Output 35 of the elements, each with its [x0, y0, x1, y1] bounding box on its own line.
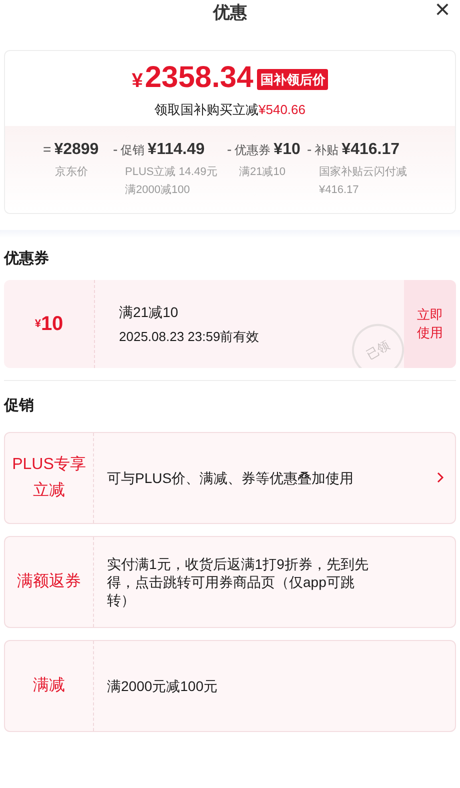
- operator-sign: =: [43, 140, 52, 158]
- breakdown-label: 促销: [120, 142, 145, 158]
- saving-text: 领取国补购买立减¥540.66: [154, 101, 306, 119]
- final-price: ¥2358.34: [132, 63, 254, 96]
- breakdown-note: 国家补贴云闪付减: [319, 164, 408, 180]
- breakdown-note: ¥416.17: [319, 183, 360, 198]
- section-title: 促销: [2, 396, 35, 416]
- promotion-name: 满减: [5, 640, 94, 730]
- breakdown-amount: ¥10: [274, 140, 300, 160]
- coupon-validity: 2025.08.23 23:59前有效: [119, 328, 260, 346]
- promotion-description: 可与PLUS价、满减、券等优惠叠加使用: [106, 468, 355, 486]
- coupon-condition: 满21减10: [119, 302, 180, 322]
- chevron-right-icon[interactable]: [436, 472, 444, 483]
- breakdown-note: 满2000减100: [125, 183, 191, 198]
- breakdown-note: 京东价: [55, 164, 89, 180]
- dialog-title: 优惠: [213, 2, 247, 24]
- coupon-value: ¥10: [34, 312, 64, 337]
- breakdown-note: PLUS立减 14.49元: [125, 164, 218, 180]
- breakdown-note: 满21减10: [239, 164, 286, 180]
- operator-sign: -: [307, 140, 312, 158]
- breakdown-amount: ¥114.49: [148, 140, 205, 160]
- breakdown-label: 优惠券: [234, 142, 271, 158]
- promotion-description: 满2000元减100元: [106, 676, 219, 694]
- promotion-description: 实付满1元，收货后返满1打9折券，先到先得，点击跳转可用券商品页（仅app可跳转）: [106, 554, 370, 608]
- price-badge: 国补领后价: [257, 68, 328, 90]
- operator-sign: -: [227, 140, 232, 158]
- section-title: 优惠券: [2, 248, 50, 268]
- operator-sign: -: [113, 140, 118, 158]
- promotion-name: 满额返券: [5, 536, 94, 626]
- close-button[interactable]: ×: [434, 0, 450, 22]
- breakdown-label: 补贴: [314, 142, 339, 158]
- breakdown-amount: ¥2899: [54, 140, 99, 160]
- breakdown-amount: ¥416.17: [342, 140, 400, 160]
- use-now-button[interactable]: 立即使用: [404, 280, 456, 368]
- promotion-name: PLUS专享立减: [5, 432, 94, 522]
